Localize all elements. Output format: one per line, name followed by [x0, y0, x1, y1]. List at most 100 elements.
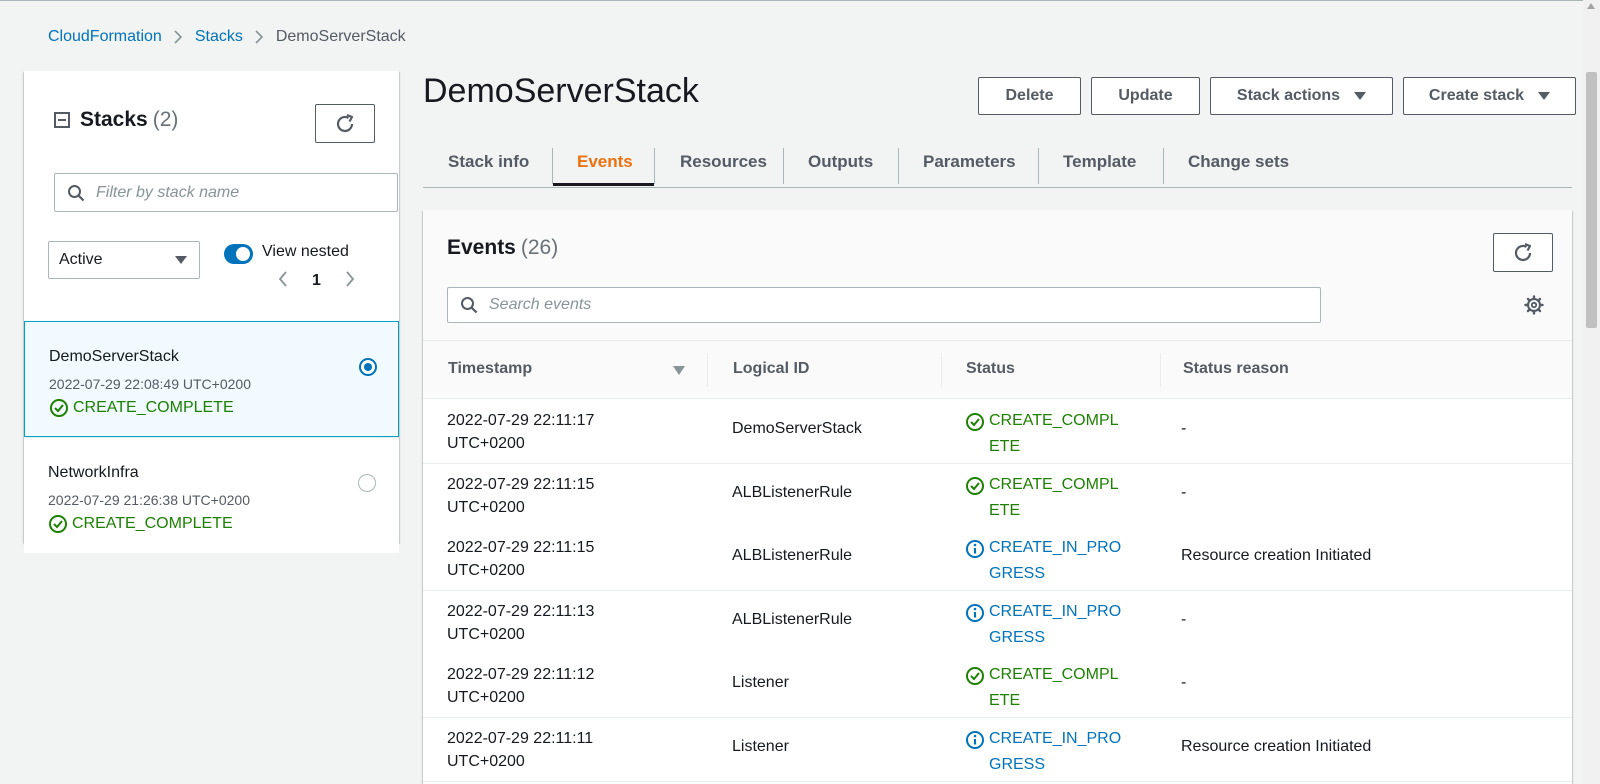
table-row: 2022-07-29 22:11:13 UTC+0200 ALBListenerRu… [423, 591, 1572, 655]
tab-events[interactable]: Events [577, 136, 633, 188]
status-icon-wrap [965, 666, 985, 714]
status-icon-wrap [965, 539, 985, 587]
events-refresh-button[interactable] [1493, 233, 1553, 272]
event-status-text: CREATE_COMPLETE [989, 412, 1119, 455]
stack-created-time: 2022-07-29 22:08:49 UTC+0200 [49, 376, 251, 392]
page-scrollbar[interactable] [1583, 0, 1600, 784]
event-timezone: UTC+0200 [447, 435, 525, 452]
event-status: CREATE_COMPLETE [965, 408, 1145, 460]
tab-outputs[interactable]: Outputs [808, 136, 873, 188]
event-logical-id: ALBListenerRule [732, 484, 853, 501]
status-filter-select[interactable]: Active [48, 241, 200, 279]
stack-tabs: Stack info Events Resources Outputs Para… [423, 136, 1572, 188]
info-icon [966, 540, 984, 558]
event-status-reason: - [1181, 674, 1187, 691]
column-status[interactable]: Status [966, 360, 1015, 378]
column-divider [1160, 353, 1161, 387]
stacks-refresh-button[interactable] [315, 104, 375, 143]
breadcrumb-stacks[interactable]: Stacks [195, 28, 243, 46]
update-button[interactable]: Update [1091, 77, 1200, 115]
pagination: 1 [278, 270, 355, 292]
stack-radio-selected[interactable] [359, 358, 377, 376]
event-timestamp: 2022-07-29 22:11:15 UTC+0200 [447, 536, 627, 582]
event-status-reason: - [1181, 484, 1187, 501]
event-logical-id: ALBListenerRule [732, 547, 853, 564]
event-date: 2022-07-29 22:11:12 [447, 666, 595, 683]
event-date: 2022-07-29 22:11:17 [447, 412, 595, 429]
chevron-right-icon[interactable] [345, 270, 355, 292]
event-timezone: UTC+0200 [447, 562, 525, 579]
page-number[interactable]: 1 [312, 272, 321, 290]
column-logical-id[interactable]: Logical ID [733, 360, 809, 378]
tab-divider [783, 148, 784, 184]
stacks-panel: Stacks (2) Filter by stack name Active V… [24, 71, 399, 553]
view-nested-toggle[interactable] [224, 244, 253, 264]
event-date: 2022-07-29 22:11:15 [447, 476, 595, 493]
scroll-up-arrow-icon[interactable] [1587, 3, 1595, 9]
event-logical-id: Listener [732, 674, 789, 691]
create-stack-label: Create stack [1428, 87, 1525, 104]
chevron-right-icon [255, 30, 264, 44]
check-circle-icon [49, 515, 67, 533]
stack-status-text: CREATE_COMPLETE [73, 399, 234, 416]
event-timezone: UTC+0200 [447, 499, 525, 516]
page-title: DemoServerStack [423, 72, 699, 110]
refresh-icon [1514, 242, 1532, 261]
column-status-reason[interactable]: Status reason [1183, 360, 1289, 378]
active-tab-indicator [553, 183, 654, 186]
stack-item-demoserverstack[interactable]: DemoServerStack 2022-07-29 22:08:49 UTC+… [24, 321, 399, 437]
event-timestamp: 2022-07-29 22:11:17 UTC+0200 [447, 409, 627, 455]
scrollbar-thumb[interactable] [1586, 72, 1597, 328]
status-filter-value: Active [59, 251, 103, 268]
tab-divider [1038, 148, 1039, 184]
delete-button[interactable]: Delete [978, 77, 1081, 115]
top-border [0, 0, 1600, 1]
event-status: CREATE_IN_PROGRESS [965, 535, 1145, 587]
events-title: Events (26) [447, 236, 558, 260]
event-timezone: UTC+0200 [447, 689, 525, 706]
tab-resources[interactable]: Resources [680, 136, 767, 188]
stack-filter-placeholder: Filter by stack name [96, 183, 240, 201]
tab-parameters[interactable]: Parameters [923, 136, 1016, 188]
stack-filter-input[interactable]: Filter by stack name [54, 173, 398, 212]
stacks-panel-header: Stacks (2) [54, 108, 178, 132]
sort-descending-icon[interactable] [673, 366, 685, 375]
table-row: 2022-07-29 22:11:11 UTC+0200 Listener CREAT… [423, 718, 1572, 782]
event-logical-id: ALBListenerRule [732, 611, 853, 628]
refresh-icon [336, 113, 354, 132]
event-status: CREATE_COMPLETE [965, 472, 1145, 524]
breadcrumb-cloudformation[interactable]: CloudFormation [48, 28, 162, 46]
collapse-icon[interactable] [54, 112, 70, 128]
stack-item-networkinfra[interactable]: NetworkInfra 2022-07-29 21:26:38 UTC+020… [24, 437, 399, 553]
status-icon-wrap [965, 476, 985, 524]
breadcrumb-current: DemoServerStack [275, 28, 406, 45]
stacks-panel-title: Stacks [80, 108, 148, 131]
check-circle-icon [50, 399, 68, 417]
stack-actions-button[interactable]: Stack actions [1210, 77, 1393, 115]
tab-divider [654, 148, 655, 184]
status-icon-wrap [965, 603, 985, 651]
chevron-left-icon[interactable] [278, 270, 288, 292]
event-status-reason: - [1181, 611, 1187, 628]
events-search-input[interactable]: Search events [447, 287, 1321, 323]
check-circle-icon [966, 413, 984, 431]
event-status-reason: - [1181, 420, 1187, 437]
events-title-text: Events [447, 236, 516, 259]
event-logical-id: Listener [732, 738, 789, 755]
caret-down-icon [1538, 92, 1551, 100]
tab-template[interactable]: Template [1063, 136, 1136, 188]
gear-icon[interactable] [1523, 294, 1545, 321]
events-search-placeholder: Search events [489, 296, 592, 313]
column-timestamp[interactable]: Timestamp [448, 360, 532, 378]
event-status-reason: Resource creation Initiated [1181, 547, 1372, 564]
tab-stack-info[interactable]: Stack info [448, 136, 529, 188]
stack-radio[interactable] [358, 474, 376, 492]
tab-change-sets[interactable]: Change sets [1188, 136, 1289, 188]
info-icon [966, 731, 984, 749]
create-stack-button[interactable]: Create stack [1403, 77, 1576, 115]
search-icon [461, 297, 478, 314]
stack-name: DemoServerStack [49, 348, 179, 365]
event-status: CREATE_IN_PROGRESS [965, 599, 1145, 651]
search-icon [68, 184, 85, 201]
event-date: 2022-07-29 22:11:15 [447, 539, 595, 556]
